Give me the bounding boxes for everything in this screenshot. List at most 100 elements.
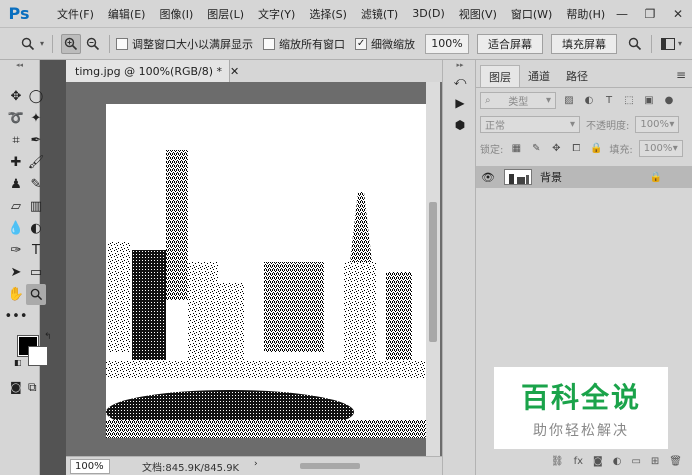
workspace-dropdown-arrow-icon[interactable]: ▾: [678, 39, 682, 48]
menu-type[interactable]: 文字(Y): [251, 6, 302, 22]
zoom-level-field[interactable]: 100%: [425, 33, 470, 54]
clone-stamp-icon[interactable]: ♟: [6, 174, 26, 195]
preset-dropdown-arrow-icon[interactable]: ▾: [40, 39, 44, 48]
canvas-area[interactable]: [66, 82, 442, 456]
doc-info-arrow-icon[interactable]: ›: [254, 459, 258, 469]
lock-position-icon[interactable]: ✥: [549, 143, 563, 154]
elliptical-marquee-icon[interactable]: ◯: [26, 86, 46, 107]
scrubby-zoom-checkbox[interactable]: ✓ 细微缩放: [355, 36, 415, 52]
fill-screen-button[interactable]: 填充屏幕: [551, 33, 618, 54]
pen-icon[interactable]: ✑: [6, 240, 26, 261]
lock-image-icon[interactable]: ✎: [529, 143, 543, 154]
move-tool-icon[interactable]: ✥: [6, 86, 26, 107]
horizontal-scrollbar[interactable]: [262, 461, 392, 471]
menu-view[interactable]: 视图(V): [452, 6, 504, 22]
history-brush-icon[interactable]: ✎: [26, 174, 46, 195]
adjustment-icon[interactable]: ◐: [613, 456, 622, 467]
dodge-icon[interactable]: ◐: [26, 218, 46, 239]
brush-icon[interactable]: 🖌: [26, 152, 46, 173]
blend-mode-select[interactable]: 正常 ▾: [480, 115, 580, 133]
filter-shape-icon[interactable]: ⬚: [622, 95, 636, 106]
default-colors-icon[interactable]: ◧: [14, 358, 22, 367]
checkbox-box[interactable]: [116, 37, 129, 50]
resize-windows-checkbox[interactable]: 调整窗口大小以满屏显示: [116, 36, 253, 52]
more-tools-icon[interactable]: •••: [5, 306, 28, 327]
healing-brush-icon[interactable]: ✚: [6, 152, 26, 173]
background-color-swatch[interactable]: [28, 346, 48, 366]
menu-window[interactable]: 窗口(W): [504, 6, 559, 22]
swap-colors-icon[interactable]: ↰: [44, 332, 52, 342]
document-canvas[interactable]: [66, 82, 442, 456]
actions-panel-icon[interactable]: ▶: [443, 92, 477, 114]
zoom-tool-preset-icon[interactable]: [18, 34, 38, 54]
quick-mask-icon[interactable]: ◙: [10, 380, 22, 394]
menu-layer[interactable]: 图层(L): [200, 6, 251, 22]
type-tool-icon[interactable]: T: [26, 240, 46, 261]
tab-channels[interactable]: 通道: [520, 65, 558, 87]
menu-3d[interactable]: 3D(D): [405, 7, 452, 20]
lock-artboard-icon[interactable]: ⧠: [569, 143, 583, 154]
trash-icon[interactable]: 🗑: [669, 456, 682, 467]
new-layer-icon[interactable]: ⊞: [651, 456, 659, 467]
horizontal-scroll-thumb[interactable]: [300, 463, 360, 469]
menu-select[interactable]: 选择(S): [302, 6, 354, 22]
menu-edit[interactable]: 编辑(E): [101, 6, 153, 22]
filter-pixel-icon[interactable]: ▨: [562, 95, 576, 106]
path-selection-icon[interactable]: ➤: [6, 262, 26, 283]
tab-paths[interactable]: 路径: [558, 65, 596, 87]
close-tab-icon[interactable]: ✕: [230, 65, 239, 78]
panel-menu-icon[interactable]: ≡: [676, 68, 686, 82]
hand-tool-icon[interactable]: ✋: [6, 284, 26, 305]
panel-collapse-icon[interactable]: ▸▸: [443, 60, 477, 70]
fit-screen-button[interactable]: 适合屏幕: [477, 33, 544, 54]
eyedropper-icon[interactable]: ✒: [26, 130, 46, 151]
3d-panel-icon[interactable]: ⬢: [443, 114, 477, 136]
eraser-icon[interactable]: ▱: [6, 196, 26, 217]
lock-all-icon[interactable]: 🔒: [589, 143, 603, 154]
filter-smart-object-icon[interactable]: ▣: [642, 95, 656, 106]
restore-button[interactable]: ❐: [636, 0, 664, 28]
document-tab[interactable]: timg.jpg @ 100%(RGB/8) * ✕: [66, 60, 239, 82]
filter-adjustment-icon[interactable]: ◐: [582, 95, 596, 106]
zoom-all-windows-checkbox[interactable]: 缩放所有窗口: [263, 36, 345, 52]
minimize-button[interactable]: —: [608, 0, 636, 28]
crop-icon[interactable]: ⌗: [6, 130, 26, 151]
menu-help[interactable]: 帮助(H): [559, 6, 612, 22]
checkbox-box-checked[interactable]: ✓: [355, 37, 368, 50]
tab-layers[interactable]: 图层: [480, 65, 520, 87]
workspace-icon[interactable]: [658, 34, 678, 54]
mask-icon[interactable]: ◙: [593, 456, 603, 467]
zoom-in-icon[interactable]: [61, 33, 82, 54]
menu-filter[interactable]: 滤镜(T): [354, 6, 405, 22]
zoom-out-icon[interactable]: [83, 34, 103, 54]
checkbox-box[interactable]: [263, 37, 276, 50]
filter-toggle-icon[interactable]: ●: [662, 95, 676, 106]
layer-row[interactable]: 👁 背景 🔒: [476, 166, 692, 188]
link-icon[interactable]: ⛓: [551, 456, 564, 467]
chevron-down-icon: ▾: [569, 118, 575, 130]
vertical-scroll-thumb[interactable]: [429, 202, 437, 342]
panel-collapse-icon[interactable]: ◂◂: [0, 60, 39, 70]
lock-transparent-icon[interactable]: ▦: [509, 143, 523, 154]
gradient-icon[interactable]: ▥: [26, 196, 46, 217]
history-panel-icon[interactable]: ⤺: [443, 70, 477, 92]
blur-icon[interactable]: 💧: [6, 218, 26, 239]
menu-file[interactable]: 文件(F): [50, 6, 101, 22]
fill-field[interactable]: 100% ▾: [638, 139, 683, 157]
search-icon[interactable]: [625, 34, 645, 54]
menu-image[interactable]: 图像(I): [152, 6, 200, 22]
close-button[interactable]: ✕: [664, 0, 692, 28]
layer-filter-select[interactable]: ⌕ 类型 ▾: [480, 91, 556, 109]
opacity-field[interactable]: 100% ▾: [635, 115, 680, 133]
screen-mode-icon[interactable]: ⧉: [28, 380, 37, 395]
filter-type-icon[interactable]: T: [602, 95, 616, 106]
eye-icon[interactable]: 👁: [476, 171, 500, 184]
rectangle-icon[interactable]: ▭: [26, 262, 46, 283]
status-zoom-field[interactable]: 100%: [70, 458, 110, 474]
group-icon[interactable]: ▭: [631, 456, 640, 467]
fx-icon[interactable]: fx: [574, 456, 583, 467]
zoom-tool-icon[interactable]: [26, 284, 46, 305]
magic-wand-icon[interactable]: ✦: [26, 108, 46, 129]
lasso-icon[interactable]: ➰: [6, 108, 26, 129]
vertical-scrollbar[interactable]: [426, 82, 440, 456]
